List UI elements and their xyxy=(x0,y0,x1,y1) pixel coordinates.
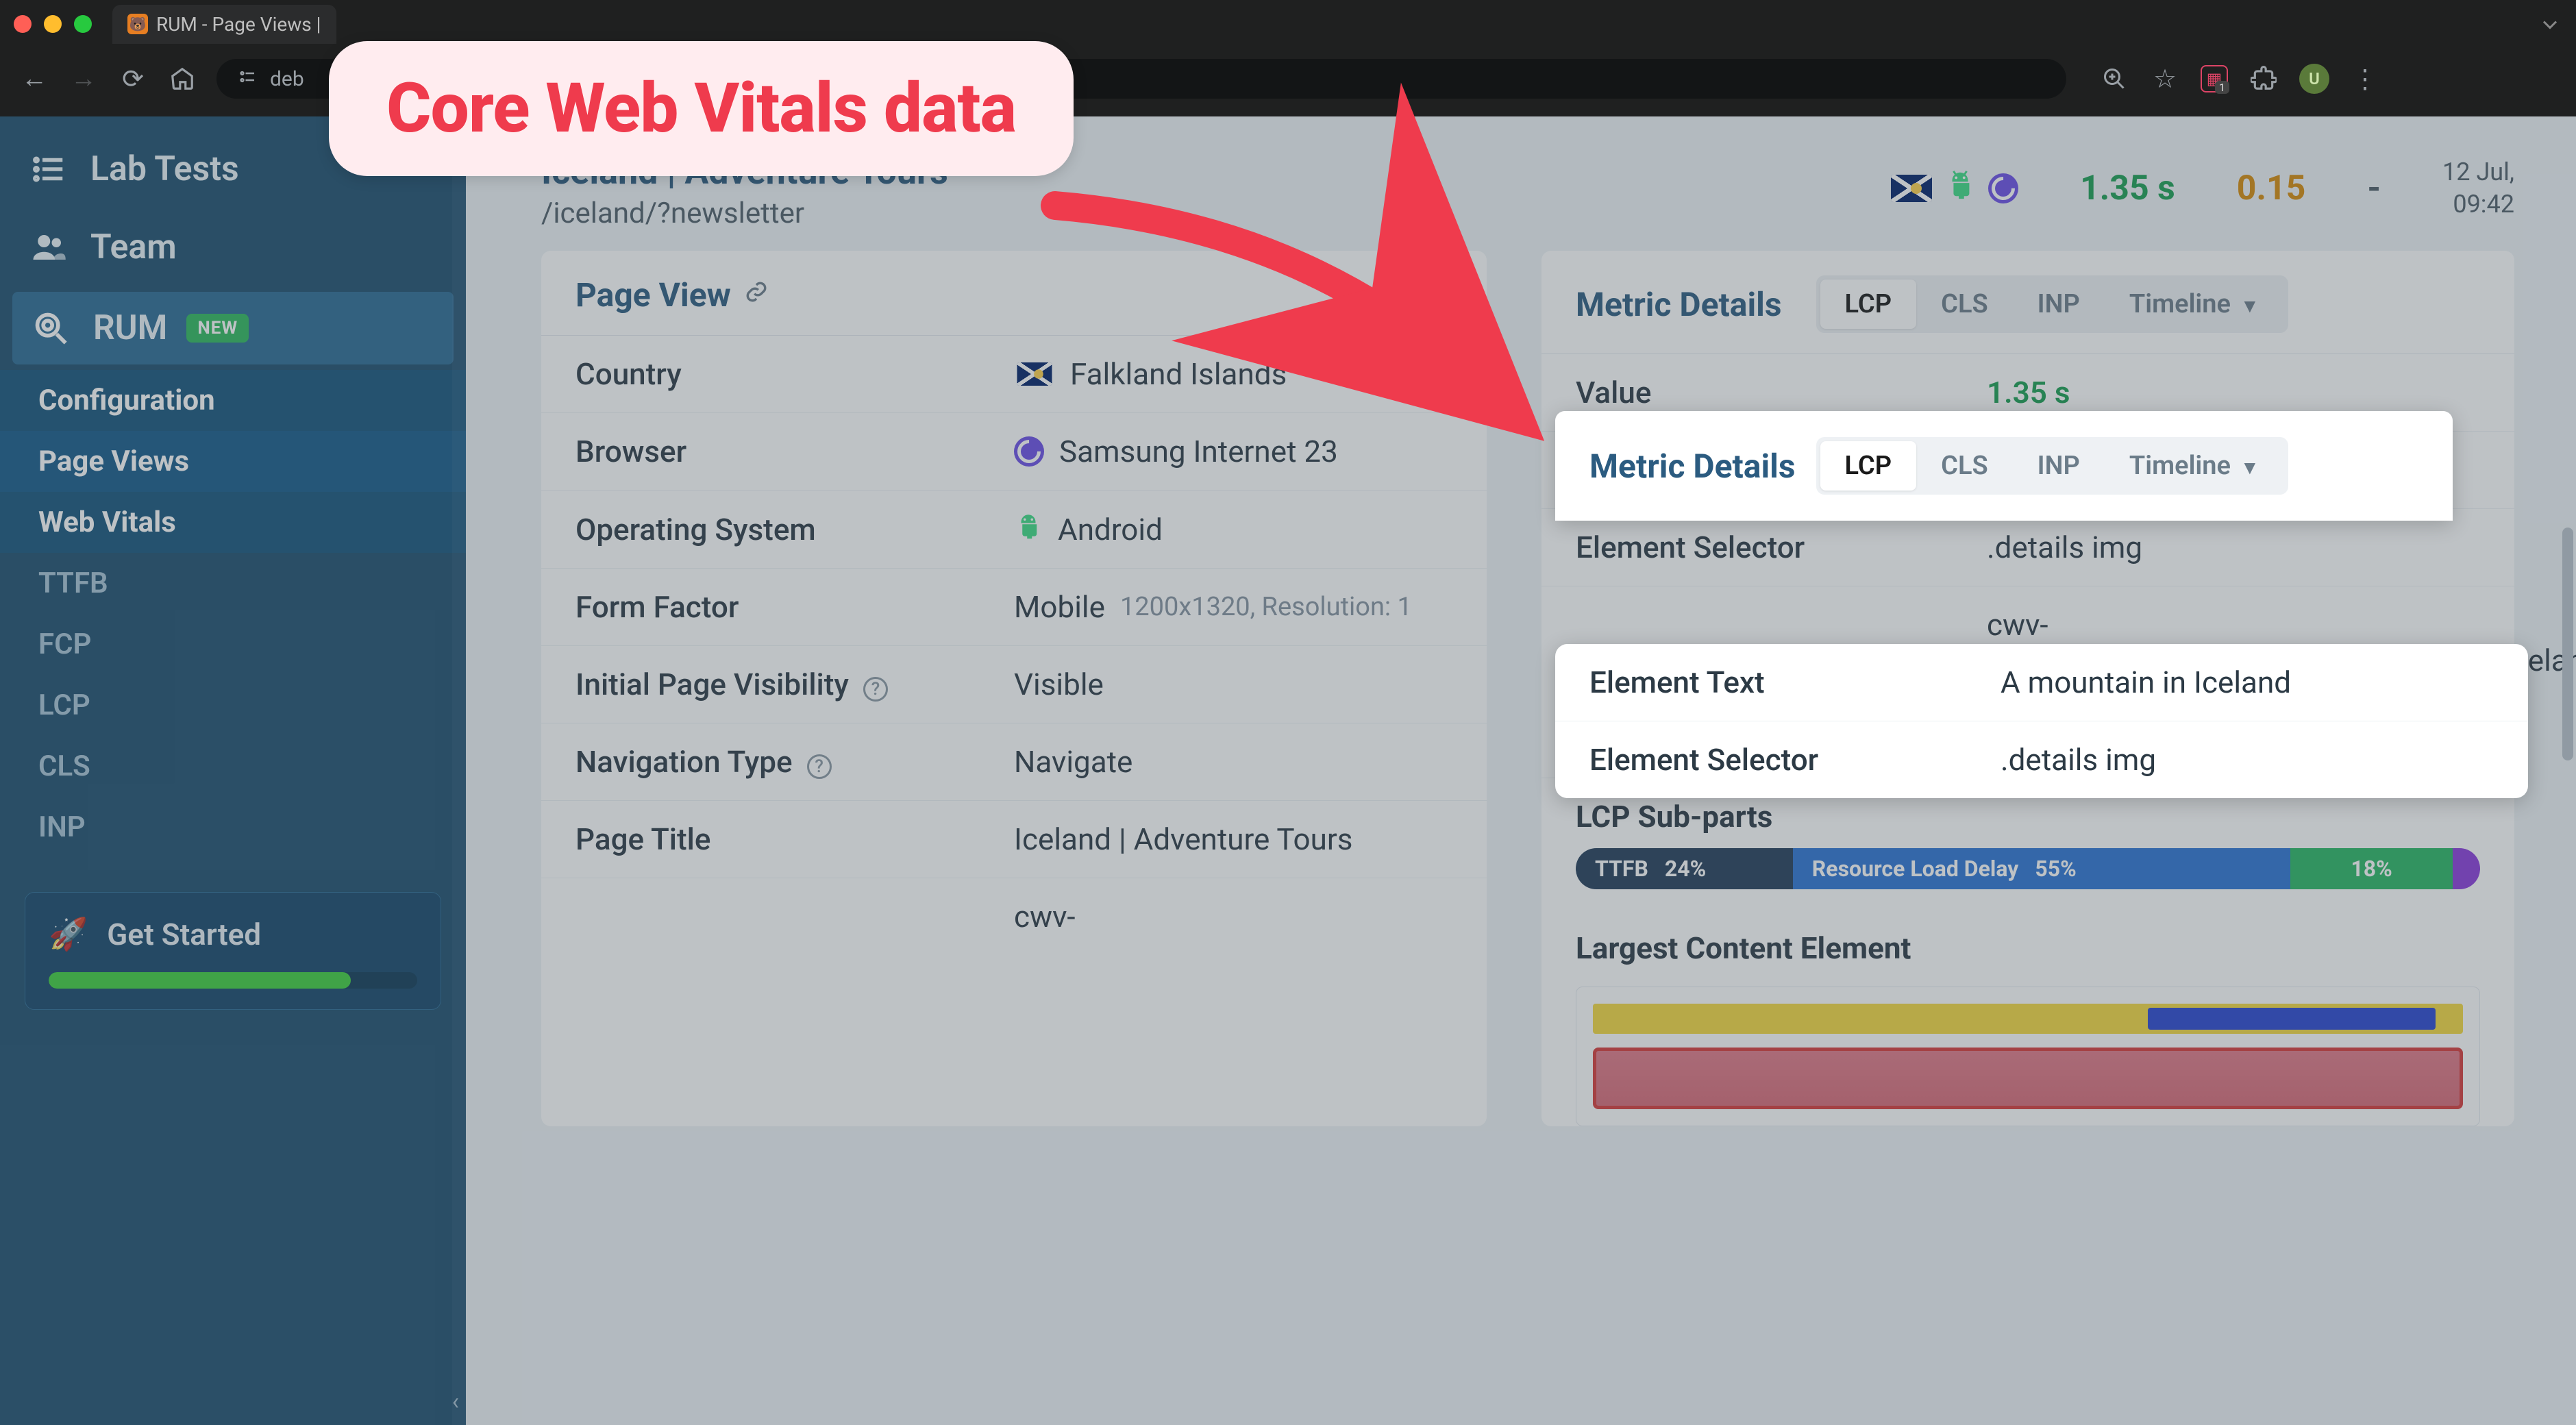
row-url-partial: cwv- xyxy=(1014,899,1076,934)
row-navtype-label: Navigation Type ? xyxy=(575,744,987,780)
window-expand-icon[interactable] xyxy=(2538,12,2562,40)
header-date: 12 Jul, 09:42 xyxy=(2442,156,2514,221)
get-started-card[interactable]: 🚀 Get Started xyxy=(25,892,441,1010)
row-browser-value: Samsung Internet 23 xyxy=(1014,434,1338,469)
bookmark-icon[interactable]: ☆ xyxy=(2150,64,2180,95)
sidebar-rum[interactable]: RUM NEW xyxy=(12,292,454,364)
row-os-value: Android xyxy=(1014,511,1163,547)
samsung-browser-icon xyxy=(1988,173,2018,203)
spotlight-metric-header: Metric Details LCP CLS INP Timeline▼ xyxy=(1555,411,2453,521)
annotation-arrow-icon xyxy=(1041,178,1521,438)
row-browser-label: Browser xyxy=(575,434,987,469)
help-icon[interactable]: ? xyxy=(807,754,832,779)
row-value-value: 1.35 s xyxy=(1987,375,2070,410)
zoom-icon[interactable] xyxy=(2099,66,2129,91)
sidebar-team-label: Team xyxy=(90,227,177,267)
rocket-icon: 🚀 xyxy=(49,916,88,953)
row-pagetitle-value: Iceland | Adventure Tours xyxy=(1014,821,1352,857)
sidebar-item-ttfb[interactable]: TTFB xyxy=(0,553,466,614)
nav-forward-icon: → xyxy=(69,64,99,94)
list-icon xyxy=(30,151,71,188)
row-visibility-value: Visible xyxy=(1014,667,1104,702)
row-navtype-value: Navigate xyxy=(1014,744,1132,780)
page-view-title: Page View xyxy=(575,275,731,314)
window-close-icon[interactable] xyxy=(14,15,32,33)
header-inp-value: - xyxy=(2367,169,2381,208)
tab-timeline[interactable]: Timeline▼ xyxy=(2105,280,2284,329)
tab-inp[interactable]: INP xyxy=(2013,441,2105,491)
row-elselector-label: Element Selector xyxy=(1576,530,1959,565)
row-value-label: Value xyxy=(1576,375,1959,410)
row-os-label: Operating System xyxy=(575,512,987,547)
lce-title: Largest Content Element xyxy=(1541,910,2514,980)
header-cls-value: 0.15 xyxy=(2237,169,2306,208)
get-started-label: Get Started xyxy=(107,917,261,952)
tab-inp[interactable]: INP xyxy=(2013,280,2105,329)
sidebar-collapse-icon[interactable]: ‹ xyxy=(452,1388,459,1415)
tab-cls[interactable]: CLS xyxy=(1916,441,2013,491)
tab-timeline[interactable]: Timeline▼ xyxy=(2105,441,2284,491)
tab-lcp[interactable]: LCP xyxy=(1820,441,1917,491)
annotation-text: Core Web Vitals data xyxy=(386,69,1016,149)
row-pagetitle-label: Page Title xyxy=(575,821,987,857)
url-text: deb xyxy=(270,67,304,91)
sidebar-item-fcp[interactable]: FCP xyxy=(0,614,466,675)
tab-lcp[interactable]: LCP xyxy=(1820,280,1917,329)
row-elselector-value: .details img xyxy=(1987,530,2142,565)
sidebar-item-configuration[interactable]: Configuration xyxy=(0,370,466,431)
annotation-callout: Core Web Vitals data xyxy=(329,41,1074,176)
android-icon xyxy=(1944,169,1976,208)
chevron-down-icon: ▼ xyxy=(2240,456,2259,479)
chevron-down-icon: ▼ xyxy=(2240,295,2259,317)
spotlight-metric-rows: Element Text A mountain in Iceland Eleme… xyxy=(1555,644,2528,798)
vertical-scrollbar[interactable] xyxy=(2562,253,2573,1418)
new-badge: NEW xyxy=(186,314,249,343)
row-country-label: Country xyxy=(575,356,987,392)
sidebar-lab-tests-label: Lab Tests xyxy=(90,149,239,189)
sidebar-item-web-vitals[interactable]: Web Vitals xyxy=(0,492,466,553)
sidebar-item-page-views[interactable]: Page Views xyxy=(0,431,466,492)
samsung-browser-icon xyxy=(1014,436,1044,467)
browser-tab[interactable]: 🐻 RUM - Page Views | xyxy=(112,5,336,44)
nav-home-icon[interactable] xyxy=(167,66,197,92)
permalink-icon[interactable] xyxy=(745,280,768,310)
sidebar: Lab Tests Team RUM NEW Configuration Pag… xyxy=(0,116,466,1425)
sidebar-item-cls[interactable]: CLS xyxy=(0,736,466,797)
browser-menu-icon[interactable]: ⋮ xyxy=(2350,64,2380,95)
row-visibility-label: Initial Page Visibility ? xyxy=(575,667,987,702)
sidebar-item-lcp[interactable]: LCP xyxy=(0,675,466,736)
profile-avatar[interactable]: U xyxy=(2299,64,2329,94)
site-settings-icon[interactable] xyxy=(237,66,258,92)
row-formfactor-label: Form Factor xyxy=(575,589,987,625)
window-controls[interactable] xyxy=(14,15,92,33)
extension-icon[interactable]: ▦1 xyxy=(2201,65,2228,92)
sidebar-rum-label: RUM xyxy=(93,308,167,348)
sidebar-team[interactable]: Team xyxy=(0,208,466,286)
android-icon xyxy=(1014,511,1043,547)
header-lcp-value: 1.35 s xyxy=(2080,169,2175,208)
nav-back-icon[interactable]: ← xyxy=(19,64,49,94)
metric-tabs: LCP CLS INP Timeline▼ xyxy=(1816,275,2288,333)
flag-falkland-icon xyxy=(1891,175,1932,202)
row-formfactor-value: Mobile 1200x1320, Resolution: 1 xyxy=(1014,589,1412,625)
metric-details-title: Metric Details xyxy=(1576,285,1782,324)
progress-bar xyxy=(49,972,417,989)
extensions-puzzle-icon[interactable] xyxy=(2249,66,2279,92)
metric-tabs: LCP CLS INP Timeline▼ xyxy=(1816,437,2288,495)
nav-reload-icon[interactable]: ⟳ xyxy=(118,64,148,95)
tab-title: RUM - Page Views | xyxy=(156,13,321,36)
team-icon xyxy=(30,229,71,266)
header-context-icons xyxy=(1891,169,2018,208)
help-icon[interactable]: ? xyxy=(863,677,888,702)
tab-cls[interactable]: CLS xyxy=(1916,280,2013,329)
lcp-subparts-bar: TTFB24% Resource Load Delay55% 18% xyxy=(1576,848,2480,889)
magnify-icon xyxy=(33,310,74,346)
tab-favicon-icon: 🐻 xyxy=(127,14,148,34)
window-minimize-icon[interactable] xyxy=(44,15,62,33)
window-maximize-icon[interactable] xyxy=(74,15,92,33)
sidebar-item-inp[interactable]: INP xyxy=(0,797,466,858)
lce-preview xyxy=(1576,987,2480,1126)
